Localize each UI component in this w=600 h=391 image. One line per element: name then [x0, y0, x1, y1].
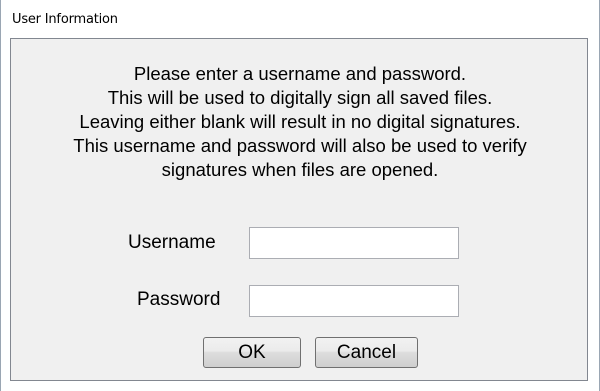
message-line: Please enter a username and password.: [133, 63, 467, 84]
password-input[interactable]: [249, 285, 459, 317]
window-title: User Information: [12, 12, 118, 27]
user-information-dialog: User Information Please enter a username…: [0, 0, 600, 391]
username-input[interactable]: [249, 227, 459, 259]
cancel-button[interactable]: Cancel: [315, 337, 418, 368]
instruction-message: Please enter a username and password. Th…: [11, 62, 589, 182]
message-line: This username and password will also be …: [73, 135, 527, 156]
ok-button[interactable]: OK: [203, 337, 301, 368]
message-line: This will be used to digitally sign all …: [107, 87, 493, 108]
message-line: Leaving either blank will result in no d…: [79, 111, 521, 132]
message-line: signatures when files are opened.: [161, 159, 439, 180]
password-label: Password: [137, 289, 221, 310]
username-label: Username: [128, 232, 216, 253]
dialog-content: Please enter a username and password. Th…: [10, 38, 588, 381]
title-bar[interactable]: User Information: [1, 0, 599, 38]
